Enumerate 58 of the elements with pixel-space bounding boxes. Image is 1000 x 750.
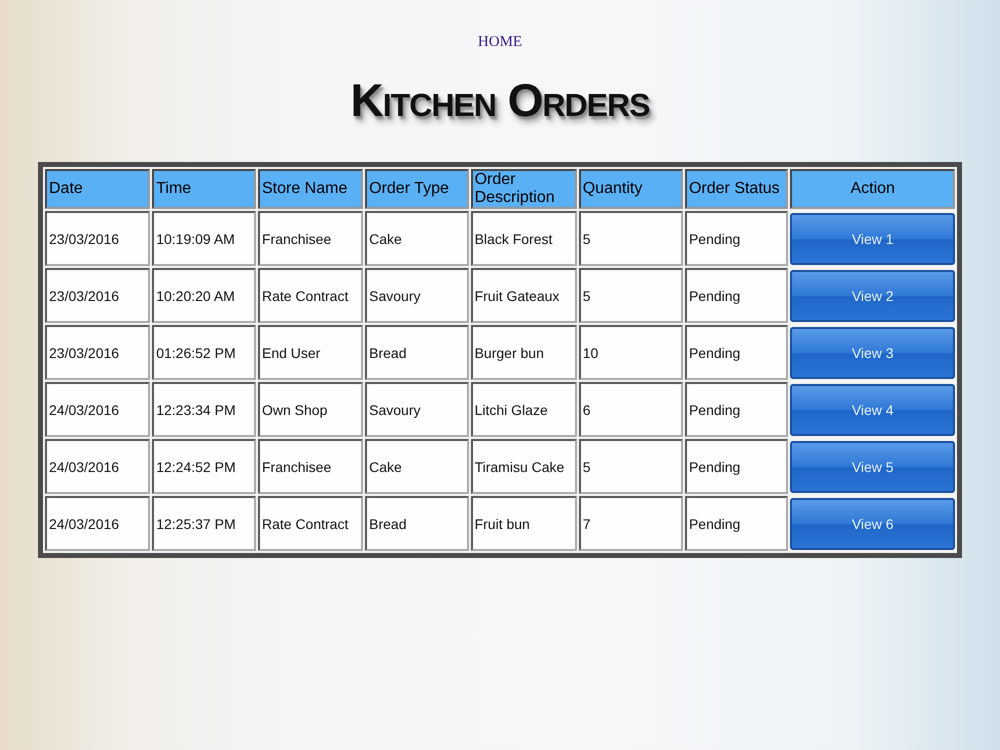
table-cell: Pending [684, 268, 788, 324]
table-cell: Cake [365, 211, 469, 266]
table-cell: End User [258, 325, 364, 380]
page-title: Kitchen Orders [350, 73, 650, 128]
view-button[interactable]: View 4 [790, 384, 955, 436]
table-cell: Fruit Gateaux [470, 268, 577, 324]
table-cell: Savoury [365, 382, 469, 438]
view-button[interactable]: View 6 [790, 498, 955, 550]
table-cell: 24/03/2016 [45, 496, 150, 552]
table-cell: Franchisee [258, 211, 364, 266]
table-cell: 23/03/2016 [45, 211, 150, 266]
view-button[interactable]: View 3 [790, 326, 955, 379]
table-cell: 10 [578, 325, 683, 380]
table-cell: Pending [684, 439, 788, 494]
column-header: Action [790, 169, 955, 210]
table-cell: Burger bun [470, 325, 577, 380]
table-cell: Black Forest [470, 211, 577, 266]
table-cell: Bread [365, 325, 469, 380]
table-cell: Franchisee [258, 439, 364, 494]
table-cell: Pending [684, 211, 788, 266]
column-header: Time [152, 169, 256, 210]
table-cell: 5 [578, 439, 683, 494]
view-button[interactable]: View 5 [790, 440, 955, 493]
table-cell: 10:19:09 AM [152, 211, 256, 266]
table-cell: 6 [578, 382, 683, 438]
table-cell: Pending [684, 325, 788, 380]
table-cell: Bread [365, 496, 469, 552]
home-link[interactable]: HOME [478, 34, 522, 51]
table-cell: Litchi Glaze [470, 382, 577, 438]
table-cell: Own Shop [258, 382, 364, 438]
column-header: Order Description [470, 169, 577, 210]
table-cell: Savoury [365, 268, 469, 324]
column-header: Date [45, 169, 150, 210]
table-cell: 24/03/2016 [45, 382, 150, 438]
table-cell: 01:26:52 PM [152, 325, 256, 380]
table-cell: 23/03/2016 [45, 268, 150, 324]
table-cell: Fruit bun [470, 496, 577, 552]
view-button[interactable]: View 1 [790, 212, 955, 265]
table-cell: Pending [684, 496, 788, 552]
column-header: Order Type [365, 169, 469, 210]
table-cell: 24/03/2016 [45, 439, 150, 494]
column-header: Order Status [684, 169, 788, 210]
table-cell: 7 [578, 496, 683, 552]
table-cell: 12:24:52 PM [152, 439, 256, 494]
table-cell: Rate Contract [258, 496, 364, 552]
table-cell: Cake [365, 439, 469, 494]
table-cell: 5 [578, 211, 683, 266]
table-cell: 10:20:20 AM [152, 268, 256, 324]
table-cell: 5 [578, 268, 683, 324]
table-cell: 23/03/2016 [45, 325, 150, 380]
table-cell: 12:23:34 PM [152, 382, 256, 438]
table-cell: 12:25:37 PM [152, 496, 256, 552]
table-cell: Tiramisu Cake [470, 439, 577, 494]
column-header: Store Name [258, 169, 364, 210]
table-cell: Rate Contract [258, 268, 364, 324]
view-button[interactable]: View 2 [790, 270, 955, 322]
table-cell: Pending [684, 382, 788, 438]
column-header: Quantity [578, 169, 683, 210]
